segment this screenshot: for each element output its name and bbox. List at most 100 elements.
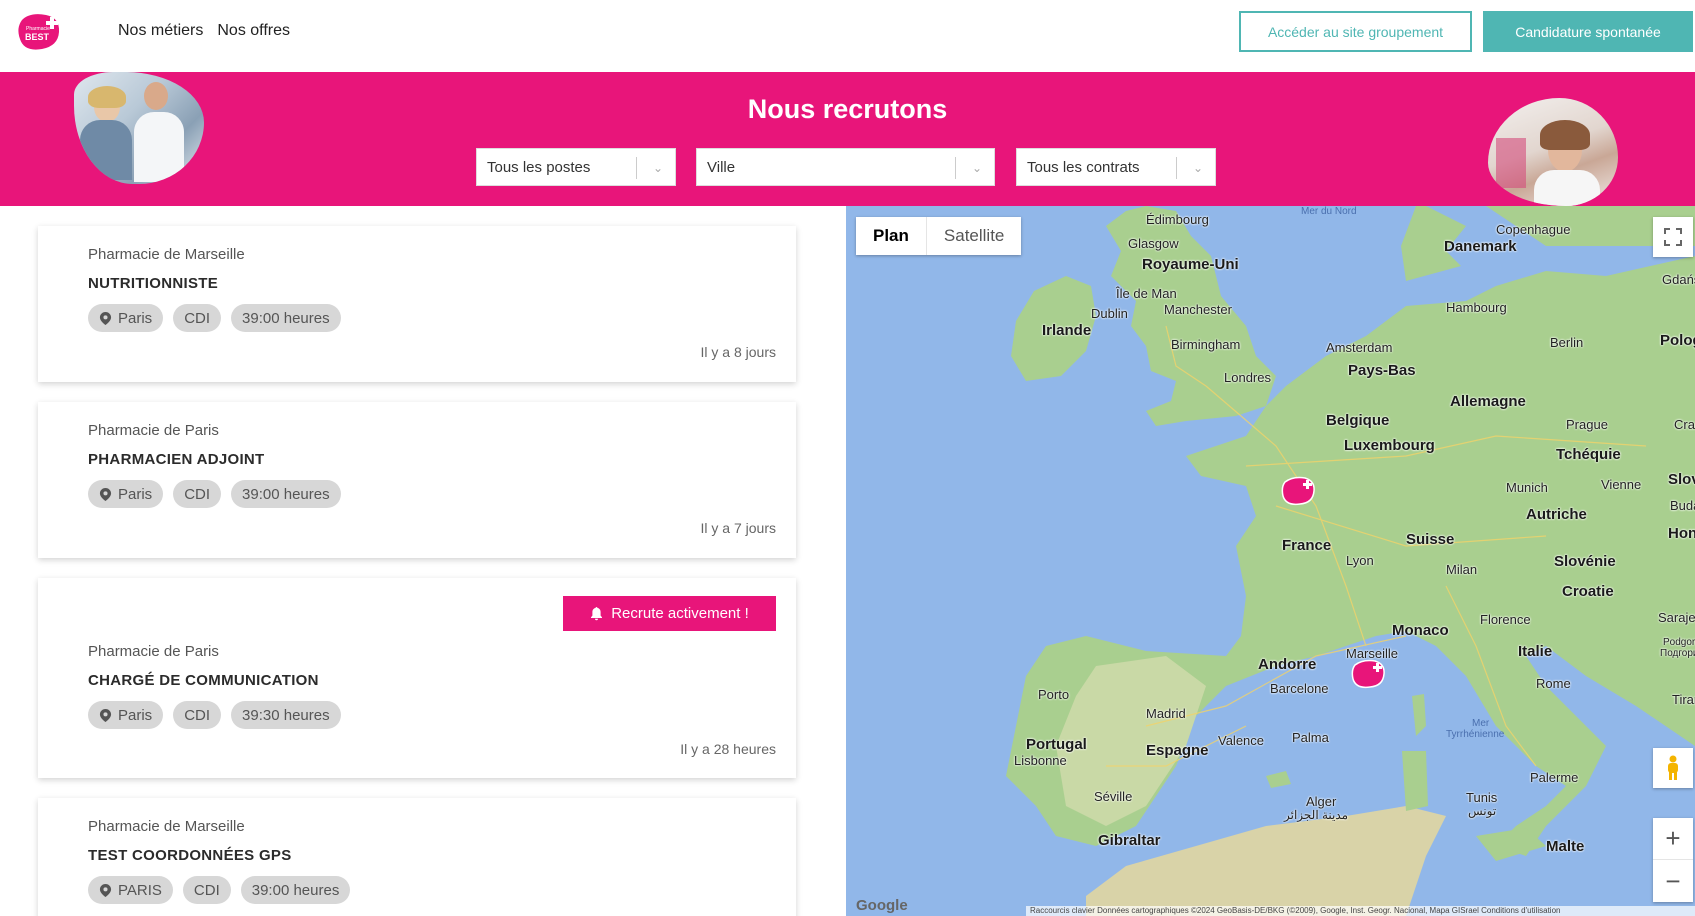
map-pin-icon bbox=[99, 311, 112, 325]
map-label: Allemagne bbox=[1450, 393, 1526, 410]
job-company: Pharmacie de Marseille bbox=[88, 246, 245, 263]
chevron-down-icon: ⌄ bbox=[971, 161, 982, 175]
map-label: Édimbourg bbox=[1146, 212, 1209, 227]
map-label: مدينة الجزائر bbox=[1284, 808, 1349, 822]
filter-postes-select[interactable]: Tous les postes ⌄ bbox=[476, 148, 676, 186]
nav-link-offres[interactable]: Nos offres bbox=[217, 22, 290, 40]
map-label: Londres bbox=[1224, 370, 1271, 385]
location-text: Paris bbox=[118, 485, 153, 503]
map-label: Belgique bbox=[1326, 412, 1390, 429]
chevron-down-icon: ⌄ bbox=[652, 161, 663, 175]
group-site-button[interactable]: Accéder au site groupement bbox=[1239, 11, 1472, 52]
filter-contrats-select[interactable]: Tous les contrats ⌄ bbox=[1016, 148, 1216, 186]
map-label: Amsterdam bbox=[1326, 340, 1393, 355]
posted-time: Il y a 7 jours bbox=[700, 520, 776, 536]
map-tab-plan[interactable]: Plan bbox=[856, 217, 926, 255]
location-tag: Paris bbox=[88, 304, 164, 332]
google-logo: Google bbox=[856, 897, 908, 914]
chevron-down-icon: ⌄ bbox=[1192, 161, 1203, 175]
hours-tag: 39:00 heures bbox=[231, 304, 341, 332]
pharmacy-marker-marseille[interactable] bbox=[1351, 659, 1385, 689]
map-label: Pologn bbox=[1660, 332, 1695, 349]
location-tag: Paris bbox=[88, 480, 164, 508]
map-label: Copenhague bbox=[1496, 222, 1571, 237]
map-label: Подгорица bbox=[1660, 648, 1695, 659]
map-label: Andorre bbox=[1258, 656, 1317, 673]
google-map[interactable]: Plan Satellite + − Mer du Nord Édimbourg… bbox=[846, 206, 1695, 916]
spontaneous-application-button[interactable]: Candidature spontanée bbox=[1483, 11, 1693, 52]
map-label: Florence bbox=[1480, 612, 1531, 627]
job-tags: Paris CDI 39:00 heures bbox=[88, 304, 341, 332]
contract-tag: CDI bbox=[182, 876, 231, 904]
nav-link-metiers[interactable]: Nos métiers bbox=[118, 22, 203, 40]
job-title[interactable]: TEST COORDONNÉES GPS bbox=[88, 847, 292, 864]
posted-time: Il y a 8 jours bbox=[700, 344, 776, 360]
map-label: Glasgow bbox=[1128, 236, 1179, 251]
map-label: Porto bbox=[1038, 687, 1070, 702]
map-attribution[interactable]: Raccourcis clavier Données cartographiqu… bbox=[1026, 906, 1695, 916]
brand-logo[interactable]: Pharmacie BEST bbox=[16, 12, 62, 52]
map-label: Birmingham bbox=[1171, 337, 1241, 352]
map-label: Prague bbox=[1566, 417, 1608, 432]
map-label: Alger bbox=[1306, 794, 1337, 809]
map-label: Mer du Nord bbox=[1301, 206, 1357, 217]
job-card[interactable]: Pharmacie de Marseille NUTRITIONNISTE Pa… bbox=[38, 226, 796, 382]
map-pin-icon bbox=[99, 883, 112, 897]
filter-ville-select[interactable]: Ville ⌄ bbox=[696, 148, 995, 186]
pegman-icon bbox=[1668, 755, 1678, 780]
pharmacy-marker-paris[interactable] bbox=[1281, 476, 1315, 506]
bell-icon bbox=[591, 606, 603, 620]
map-label: Autriche bbox=[1526, 506, 1587, 523]
zoom-in-button[interactable]: + bbox=[1653, 818, 1693, 860]
pharmacy-marker-icon bbox=[1281, 476, 1315, 506]
map-label: Croatie bbox=[1562, 583, 1614, 600]
location-text: Paris bbox=[118, 309, 153, 327]
map-type-toggle: Plan Satellite bbox=[856, 217, 1022, 255]
map-label: Madrid bbox=[1146, 706, 1186, 721]
fullscreen-button[interactable] bbox=[1653, 217, 1693, 257]
location-text: PARIS bbox=[118, 881, 162, 899]
badge-text: Recrute activement ! bbox=[611, 605, 749, 622]
map-label: Hon bbox=[1668, 525, 1695, 542]
job-card[interactable]: Recrute activement ! Pharmacie de Paris … bbox=[38, 578, 796, 778]
main-nav: Nos métiers Nos offres bbox=[118, 22, 290, 40]
map-label: Espagne bbox=[1146, 742, 1209, 759]
map-label: Sarajev bbox=[1658, 610, 1695, 625]
job-title[interactable]: NUTRITIONNISTE bbox=[88, 275, 218, 292]
job-card[interactable]: Pharmacie de Marseille TEST COORDONNÉES … bbox=[38, 798, 796, 916]
job-title[interactable]: PHARMACIEN ADJOINT bbox=[88, 451, 265, 468]
map-label: Gibraltar bbox=[1098, 832, 1161, 849]
contract-tag: CDI bbox=[173, 480, 222, 508]
svg-text:BEST: BEST bbox=[25, 32, 50, 42]
job-company: Pharmacie de Paris bbox=[88, 422, 219, 439]
map-label: Tunis bbox=[1466, 790, 1498, 805]
map-label: Tyrrhénienne bbox=[1446, 729, 1505, 740]
zoom-out-button[interactable]: − bbox=[1653, 860, 1693, 902]
map-label: Marseille bbox=[1346, 646, 1399, 661]
map-label: Berlin bbox=[1550, 335, 1584, 350]
map-label: Lyon bbox=[1346, 553, 1374, 568]
hours-tag: 39:00 heures bbox=[231, 480, 341, 508]
street-view-pegman[interactable] bbox=[1653, 748, 1693, 788]
map-label: Danemark bbox=[1444, 238, 1517, 255]
map-label: Pays-Bas bbox=[1348, 362, 1416, 379]
hero-banner: Nous recrutons Tous les postes ⌄ Ville ⌄… bbox=[0, 72, 1695, 206]
map-label: Tchéquie bbox=[1556, 446, 1621, 463]
select-divider bbox=[636, 157, 637, 179]
map-label: Malte bbox=[1546, 838, 1585, 855]
map-pin-icon bbox=[99, 708, 112, 722]
map-tab-satellite[interactable]: Satellite bbox=[925, 217, 1021, 255]
map-label: Milan bbox=[1446, 562, 1478, 577]
map-label: Barcelone bbox=[1270, 681, 1329, 696]
top-navigation-bar: Pharmacie BEST Nos métiers Nos offres Ac… bbox=[0, 0, 1695, 72]
pharmacy-marker-icon bbox=[1351, 659, 1385, 689]
zoom-controls: + − bbox=[1653, 818, 1693, 902]
map-label: Valence bbox=[1218, 733, 1265, 748]
map-label: Cra bbox=[1674, 417, 1695, 432]
job-title[interactable]: CHARGÉ DE COMMUNICATION bbox=[88, 672, 319, 689]
job-card[interactable]: Pharmacie de Paris PHARMACIEN ADJOINT Pa… bbox=[38, 402, 796, 558]
pharmacists-photo bbox=[74, 72, 204, 184]
map-label: Tiran bbox=[1672, 692, 1695, 707]
contract-tag: CDI bbox=[173, 304, 222, 332]
filter-contrats-value: Tous les contrats bbox=[1027, 158, 1140, 176]
